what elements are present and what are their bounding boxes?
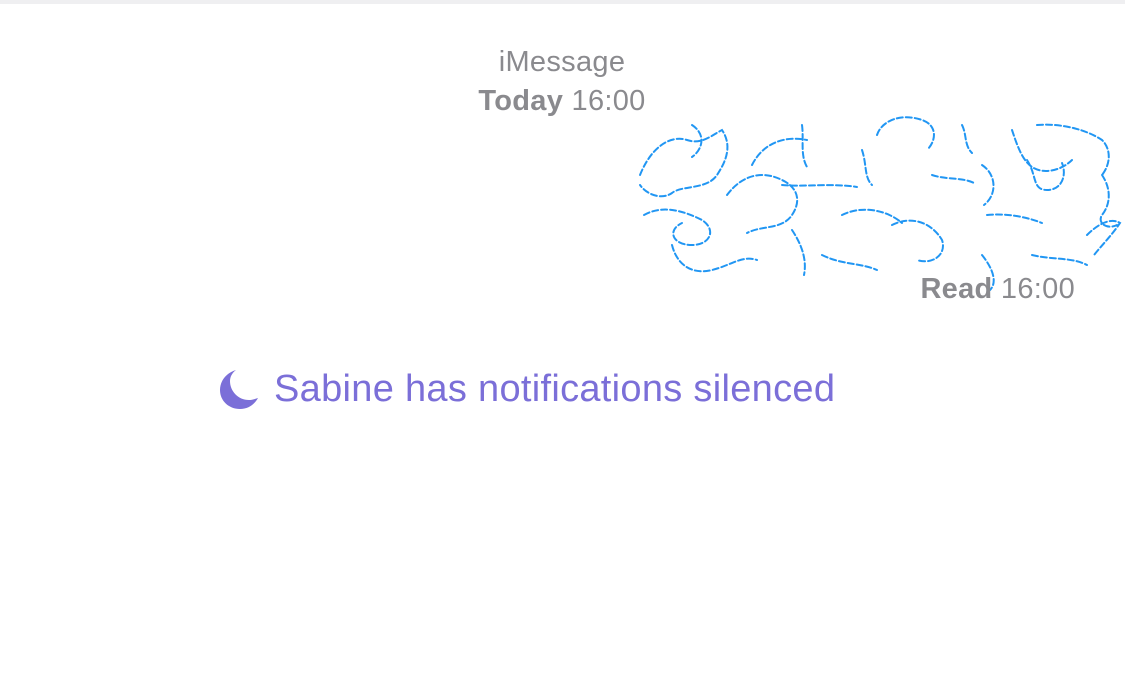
- scribble-stroke: [821, 254, 878, 271]
- scribble-stroke: [791, 229, 806, 276]
- receipt-time: 16:00: [1000, 273, 1075, 305]
- scribble-stroke: [876, 116, 935, 151]
- scribble-stroke: [861, 149, 873, 186]
- receipt-state: Read: [920, 273, 993, 305]
- scribble-stroke: [891, 219, 944, 263]
- scribble-stroke: [751, 137, 808, 166]
- timestamp-day: Today: [478, 85, 564, 117]
- scribble-stroke: [1031, 254, 1088, 266]
- scribble-stroke: [1036, 123, 1110, 176]
- scribble-stroke: [726, 174, 799, 234]
- scribble-stroke: [961, 124, 973, 154]
- read-receipt: Read 16:00: [920, 273, 1075, 306]
- scribble-stroke: [841, 208, 903, 224]
- scribble-stroke: [671, 244, 758, 273]
- scribble-stroke: [986, 213, 1043, 224]
- focus-status-notice: Sabine has notifications silenced: [216, 363, 835, 415]
- scribble-stroke: [981, 164, 995, 206]
- scribble-stroke: [801, 124, 808, 168]
- scribble-stroke: [1099, 174, 1118, 228]
- service-label: iMessage: [498, 46, 626, 78]
- scribble-stroke: [639, 128, 729, 198]
- scribble-stroke: [931, 174, 975, 184]
- moon-icon: [220, 370, 258, 409]
- scribble-stroke: [643, 208, 712, 247]
- focus-status-text: Sabine has notifications silenced: [274, 367, 836, 410]
- top-divider: [0, 0, 1125, 4]
- scribble-stroke: [1026, 159, 1065, 192]
- scribble-stroke: [781, 184, 858, 188]
